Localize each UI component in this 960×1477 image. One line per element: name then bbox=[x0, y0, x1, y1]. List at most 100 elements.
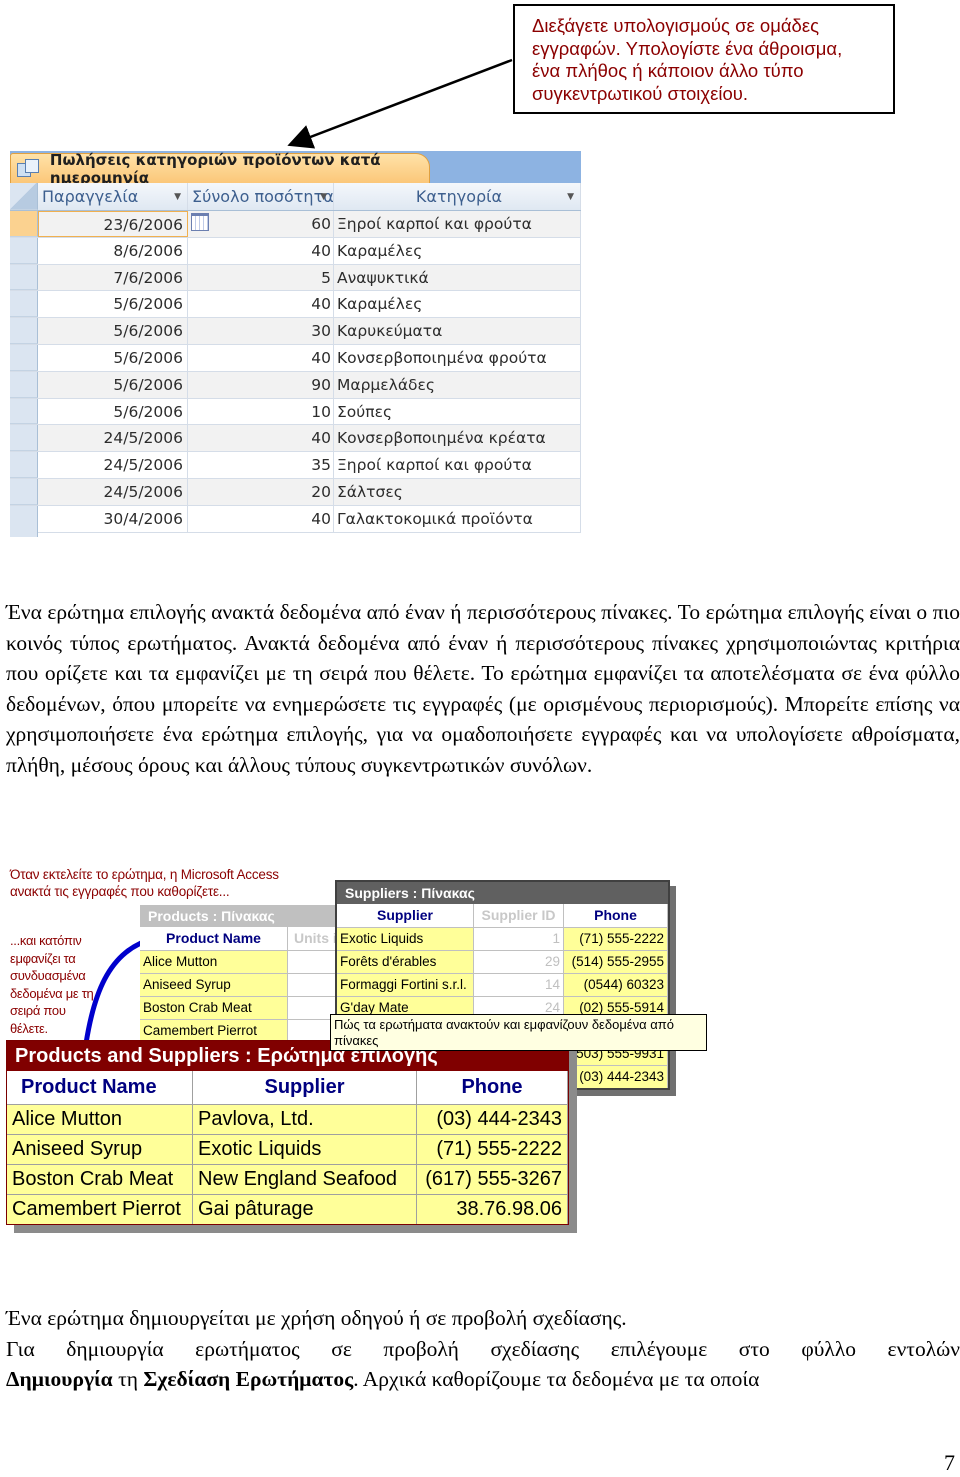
cell-category[interactable]: Αναψυκτικά bbox=[334, 264, 581, 291]
products-table-window: Products : Πίνακας Product Name Units i … bbox=[140, 905, 350, 1042]
table-row[interactable]: 7/6/2006 5 Αναψυκτικά bbox=[10, 264, 581, 292]
document-tab[interactable]: Πωλήσεις κατηγοριών προϊόντων κατά ημερο… bbox=[10, 151, 430, 187]
chevron-down-icon[interactable]: ▼ bbox=[320, 183, 327, 210]
cell-order-date[interactable]: 24/5/2006 bbox=[38, 425, 188, 452]
column-header-label: Παραγγελία bbox=[42, 187, 139, 206]
select-all-button[interactable] bbox=[10, 183, 38, 210]
cell-order-date[interactable]: 24/5/2006 bbox=[38, 478, 188, 505]
cell-total-quantity[interactable]: 90 bbox=[188, 371, 334, 398]
record-selector[interactable] bbox=[10, 371, 38, 398]
suppliers-table-header: Supplier Supplier ID Phone bbox=[337, 904, 668, 927]
document-tab-title: Πωλήσεις κατηγοριών προϊόντων κατά ημερο… bbox=[49, 150, 381, 187]
cell-total-quantity[interactable]: 5 bbox=[188, 264, 334, 291]
figure-side-text: ...και κατόπιν εμφανίζει τα συνδυασμένα … bbox=[10, 933, 94, 1036]
column-header-category[interactable]: Κατηγορία ▼ bbox=[334, 183, 581, 210]
table-row[interactable]: 8/6/2006 40 Καραμέλες bbox=[10, 237, 581, 265]
table-row[interactable]: 24/5/2006 20 Σάλτσες bbox=[10, 478, 581, 506]
cell-order-date[interactable]: 5/6/2006 bbox=[38, 344, 188, 371]
body-paragraph-create-query: Ένα ερώτημα δημιουργείται με χρήση οδηγο… bbox=[6, 1303, 960, 1395]
table-row[interactable]: 24/5/2006 40 Κονσερβοποιημένα κρέατα bbox=[10, 425, 581, 453]
table-row: Camembert Pierrot bbox=[140, 1019, 350, 1042]
cell-product-name: Camembert Pierrot bbox=[140, 1020, 288, 1042]
cell-value: 40 bbox=[311, 429, 331, 448]
callout-line: Διεξάγετε υπολογισμούς σε ομάδες bbox=[532, 15, 820, 36]
cell-value: 35 bbox=[311, 456, 331, 475]
datasheet-grid: Παραγγελία ▼ Σύνολο ποσότητα ▼ Κατηγορία ▼ … bbox=[10, 183, 581, 533]
record-selector[interactable] bbox=[10, 478, 38, 505]
paragraph-line: Δημιουργία τη Σχεδίαση Ερωτήματος. Αρχικ… bbox=[6, 1364, 960, 1395]
cell-category[interactable]: Σάλτσες bbox=[334, 478, 581, 505]
cell-supplier: New England Seafood bbox=[193, 1165, 417, 1194]
table-row: Aniseed Syrup bbox=[140, 973, 350, 996]
cell-order-date[interactable]: 23/6/2006 bbox=[38, 211, 188, 237]
table-row: Forêts d'érables 29 (514) 555-2955 bbox=[337, 950, 668, 973]
table-row[interactable]: 24/5/2006 35 Ξηροί καρποί και φρούτα bbox=[10, 452, 581, 479]
document-tab-bar: Πωλήσεις κατηγοριών προϊόντων κατά ημερο… bbox=[10, 151, 581, 187]
cell-category[interactable]: Σούπες bbox=[334, 398, 581, 425]
cell-product-name: Aniseed Syrup bbox=[7, 1135, 193, 1164]
cell-total-quantity[interactable]: 20 bbox=[188, 478, 334, 505]
record-selector[interactable] bbox=[10, 211, 38, 237]
cell-category[interactable]: Ξηροί καρποί και φρούτα bbox=[334, 452, 581, 478]
callout-line: εγγραφών. Υπολογίστε ένα άθροισμα, bbox=[532, 37, 843, 59]
table-row[interactable]: 5/6/2006 40 Καραμέλες bbox=[10, 291, 581, 319]
callout-box: Διεξάγετε υπολογισμούς σε ομάδες εγγραφώ… bbox=[513, 4, 895, 114]
table-row[interactable]: 5/6/2006 30 Καρυκεύματα bbox=[10, 318, 581, 345]
column-header-order-date[interactable]: Παραγγελία ▼ bbox=[38, 183, 188, 210]
cell-supplier: Pavlova, Ltd. bbox=[193, 1105, 417, 1134]
cell-order-date[interactable]: 5/6/2006 bbox=[38, 291, 188, 318]
cell-total-quantity[interactable]: 40 bbox=[188, 291, 334, 318]
cell-product-name: Aniseed Syrup bbox=[140, 974, 288, 996]
chevron-down-icon[interactable]: ▼ bbox=[567, 183, 574, 210]
cell-value: 90 bbox=[311, 375, 331, 394]
cell-order-date[interactable]: 8/6/2006 bbox=[38, 237, 188, 264]
datasheet-header-row: Παραγγελία ▼ Σύνολο ποσότητα ▼ Κατηγορία ▼ bbox=[10, 183, 581, 211]
cell-order-date[interactable]: 5/6/2006 bbox=[38, 318, 188, 344]
table-row: Camembert Pierrot Gai pâturage 38.76.98.06 bbox=[7, 1194, 568, 1224]
cell-order-date[interactable]: 24/5/2006 bbox=[38, 452, 188, 478]
cell-phone: 38.76.98.06 bbox=[417, 1195, 568, 1224]
figure-intro-line: Όταν εκτελείτε το ερώτημα, η Microsoft A… bbox=[10, 867, 279, 882]
cell-category[interactable]: Μαρμελάδες bbox=[334, 371, 581, 398]
cell-category[interactable]: Ξηροί καρποί και φρούτα bbox=[334, 211, 581, 237]
record-selector[interactable] bbox=[10, 318, 38, 344]
cell-category[interactable]: Καραμέλες bbox=[334, 237, 581, 264]
record-selector[interactable] bbox=[10, 398, 38, 425]
record-selector[interactable] bbox=[10, 452, 38, 478]
record-selector[interactable] bbox=[10, 425, 38, 452]
cell-total-quantity[interactable]: 60 bbox=[188, 211, 334, 237]
record-selector[interactable] bbox=[10, 291, 38, 318]
table-row[interactable]: 23/6/2006 60 Ξηροί καρποί και φρούτα bbox=[10, 211, 581, 238]
table-row[interactable]: 5/6/2006 10 Σούπες bbox=[10, 398, 581, 426]
cell-category[interactable]: Κονσερβοποιημένα κρέατα bbox=[334, 425, 581, 452]
query-result-header: Product Name Supplier Phone bbox=[7, 1071, 568, 1104]
cell-total-quantity[interactable]: 40 bbox=[188, 237, 334, 264]
chevron-down-icon[interactable]: ▼ bbox=[174, 183, 181, 210]
column-header-phone: Phone bbox=[564, 904, 668, 927]
cell-supplier: Exotic Liquids bbox=[193, 1135, 417, 1164]
cell-category[interactable]: Καραμέλες bbox=[334, 291, 581, 318]
cell-phone: (03) 444-2343 bbox=[417, 1105, 568, 1134]
cell-total-quantity[interactable]: 10 bbox=[188, 398, 334, 425]
table-row[interactable]: 5/6/2006 40 Κονσερβοποιημένα φρούτα bbox=[10, 344, 581, 372]
record-selector[interactable] bbox=[10, 237, 38, 264]
cell-order-date[interactable]: 7/6/2006 bbox=[38, 264, 188, 291]
calendar-icon[interactable] bbox=[191, 213, 209, 231]
cell-phone: (71) 555-2222 bbox=[564, 928, 668, 950]
record-selector[interactable] bbox=[10, 344, 38, 371]
cell-total-quantity[interactable]: 40 bbox=[188, 344, 334, 371]
table-row[interactable]: 5/6/2006 90 Μαρμελάδες bbox=[10, 371, 581, 399]
column-header-supplier-id: Supplier ID bbox=[474, 904, 564, 927]
cell-order-date[interactable]: 5/6/2006 bbox=[38, 398, 188, 425]
column-header-total-quantity[interactable]: Σύνολο ποσότητα ▼ bbox=[188, 183, 334, 210]
cell-category[interactable]: Καρυκεύματα bbox=[334, 318, 581, 344]
cell-category[interactable]: Κονσερβοποιημένα φρούτα bbox=[334, 344, 581, 371]
cell-total-quantity[interactable]: 30 bbox=[188, 318, 334, 344]
cell-total-quantity[interactable]: 40 bbox=[188, 425, 334, 452]
cell-order-date[interactable]: 5/6/2006 bbox=[38, 371, 188, 398]
record-selector[interactable] bbox=[10, 264, 38, 291]
cell-phone: (03) 444-2343 bbox=[564, 1066, 668, 1088]
column-header-supplier: Supplier bbox=[193, 1071, 417, 1104]
cell-total-quantity[interactable]: 35 bbox=[188, 452, 334, 478]
cell-product-name: Boston Crab Meat bbox=[140, 997, 288, 1019]
